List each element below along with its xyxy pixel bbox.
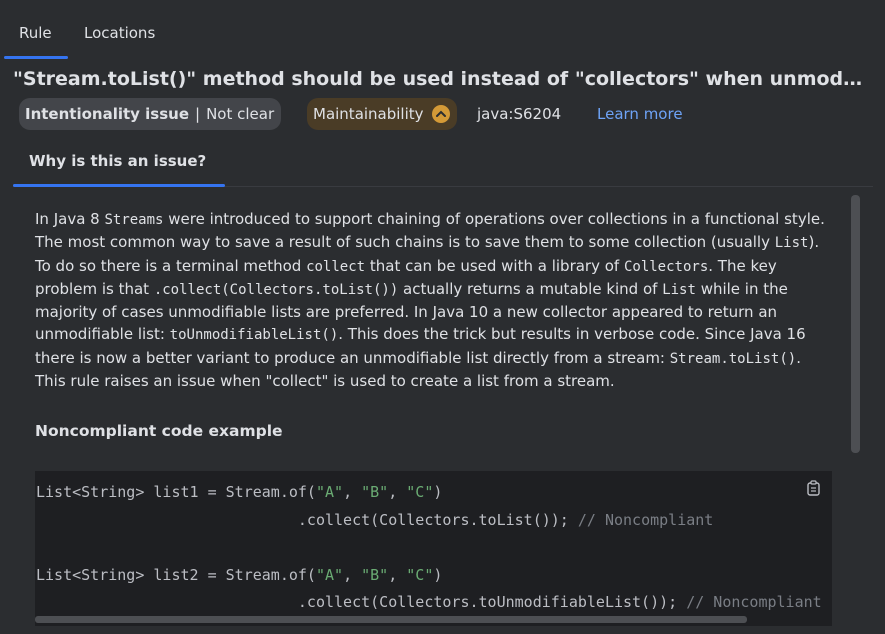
inline-code: collect bbox=[306, 258, 366, 275]
inline-code: .collect(Collectors.toList()) bbox=[153, 281, 399, 298]
inline-code: List bbox=[774, 235, 809, 252]
quality-badge[interactable]: Maintainability bbox=[307, 98, 457, 130]
impact-attribute-detail: Not clear bbox=[206, 105, 275, 123]
vertical-scrollbar[interactable] bbox=[851, 195, 860, 453]
description-paragraph: This rule raises an issue when "collect"… bbox=[35, 372, 615, 391]
impact-badge[interactable]: Intentionality issue | Not clear bbox=[19, 98, 281, 130]
quality-label: Maintainability bbox=[313, 105, 424, 123]
tab-rule[interactable]: Rule bbox=[19, 24, 52, 42]
learn-more-link[interactable]: Learn more bbox=[597, 105, 683, 123]
inline-code: Stream.toList() bbox=[669, 350, 797, 367]
tab-rule-indicator bbox=[4, 56, 68, 59]
copy-icon[interactable] bbox=[805, 479, 823, 497]
chevron-up-icon bbox=[431, 105, 450, 123]
rule-description: In Java 8 Streams were introduced to sup… bbox=[35, 208, 835, 392]
code-lines: List<String> list1 = Stream.of("A", "B",… bbox=[36, 483, 822, 611]
inline-code: Streams bbox=[104, 212, 164, 228]
tab-locations[interactable]: Locations bbox=[84, 24, 155, 42]
impact-separator: | bbox=[195, 105, 201, 123]
description-paragraph: In Java 8 Streams were introduced to sup… bbox=[35, 210, 825, 367]
noncompliant-heading: Noncompliant code example bbox=[35, 422, 283, 440]
rule-key: java:S6204 bbox=[477, 105, 562, 123]
code-horizontal-scrollbar[interactable] bbox=[35, 616, 747, 623]
top-tabs: Rule Locations bbox=[0, 0, 885, 60]
tab-why-issue-indicator bbox=[13, 184, 225, 187]
rule-title: "Stream.toList()" method should be used … bbox=[13, 68, 863, 90]
inline-code: List bbox=[662, 281, 696, 298]
inline-code: toUnmodifiableList() bbox=[169, 327, 339, 344]
impact-attribute: Intentionality issue bbox=[25, 105, 190, 123]
inline-code: Collectors bbox=[623, 258, 709, 275]
tab-why-issue[interactable]: Why is this an issue? bbox=[29, 152, 206, 170]
code-block[interactable]: List<String> list1 = Stream.of("A", "B",… bbox=[35, 471, 832, 626]
